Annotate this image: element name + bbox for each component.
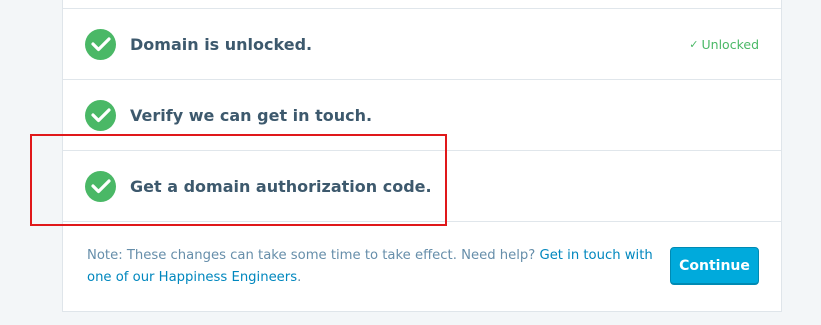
note-text: Note: These changes can take some time t… bbox=[87, 248, 540, 263]
step-title: Domain is unlocked. bbox=[130, 34, 313, 54]
status-label: Unlocked bbox=[701, 36, 759, 52]
footer-note: Note: These changes can take some time t… bbox=[87, 245, 662, 289]
step-row-verify-contact: Verify we can get in touch. bbox=[63, 79, 781, 150]
step-title: Get a domain authorization code. bbox=[130, 176, 432, 196]
check-icon: ✓ bbox=[689, 37, 699, 51]
page: Domain is unlocked. ✓ Unlocked Verify we… bbox=[0, 0, 821, 325]
status-unlocked: ✓ Unlocked bbox=[689, 37, 759, 52]
divider bbox=[63, 221, 781, 222]
step-row-domain-unlocked: Domain is unlocked. ✓ Unlocked bbox=[63, 8, 781, 79]
check-circle-icon bbox=[85, 28, 116, 60]
step-row-auth-code: Get a domain authorization code. bbox=[63, 150, 781, 221]
note-end: . bbox=[297, 270, 302, 285]
transfer-steps-card: Domain is unlocked. ✓ Unlocked Verify we… bbox=[62, 0, 782, 312]
continue-button[interactable]: Continue bbox=[670, 247, 759, 285]
check-circle-icon bbox=[85, 99, 116, 131]
step-title: Verify we can get in touch. bbox=[130, 105, 373, 125]
check-circle-icon bbox=[85, 170, 116, 202]
